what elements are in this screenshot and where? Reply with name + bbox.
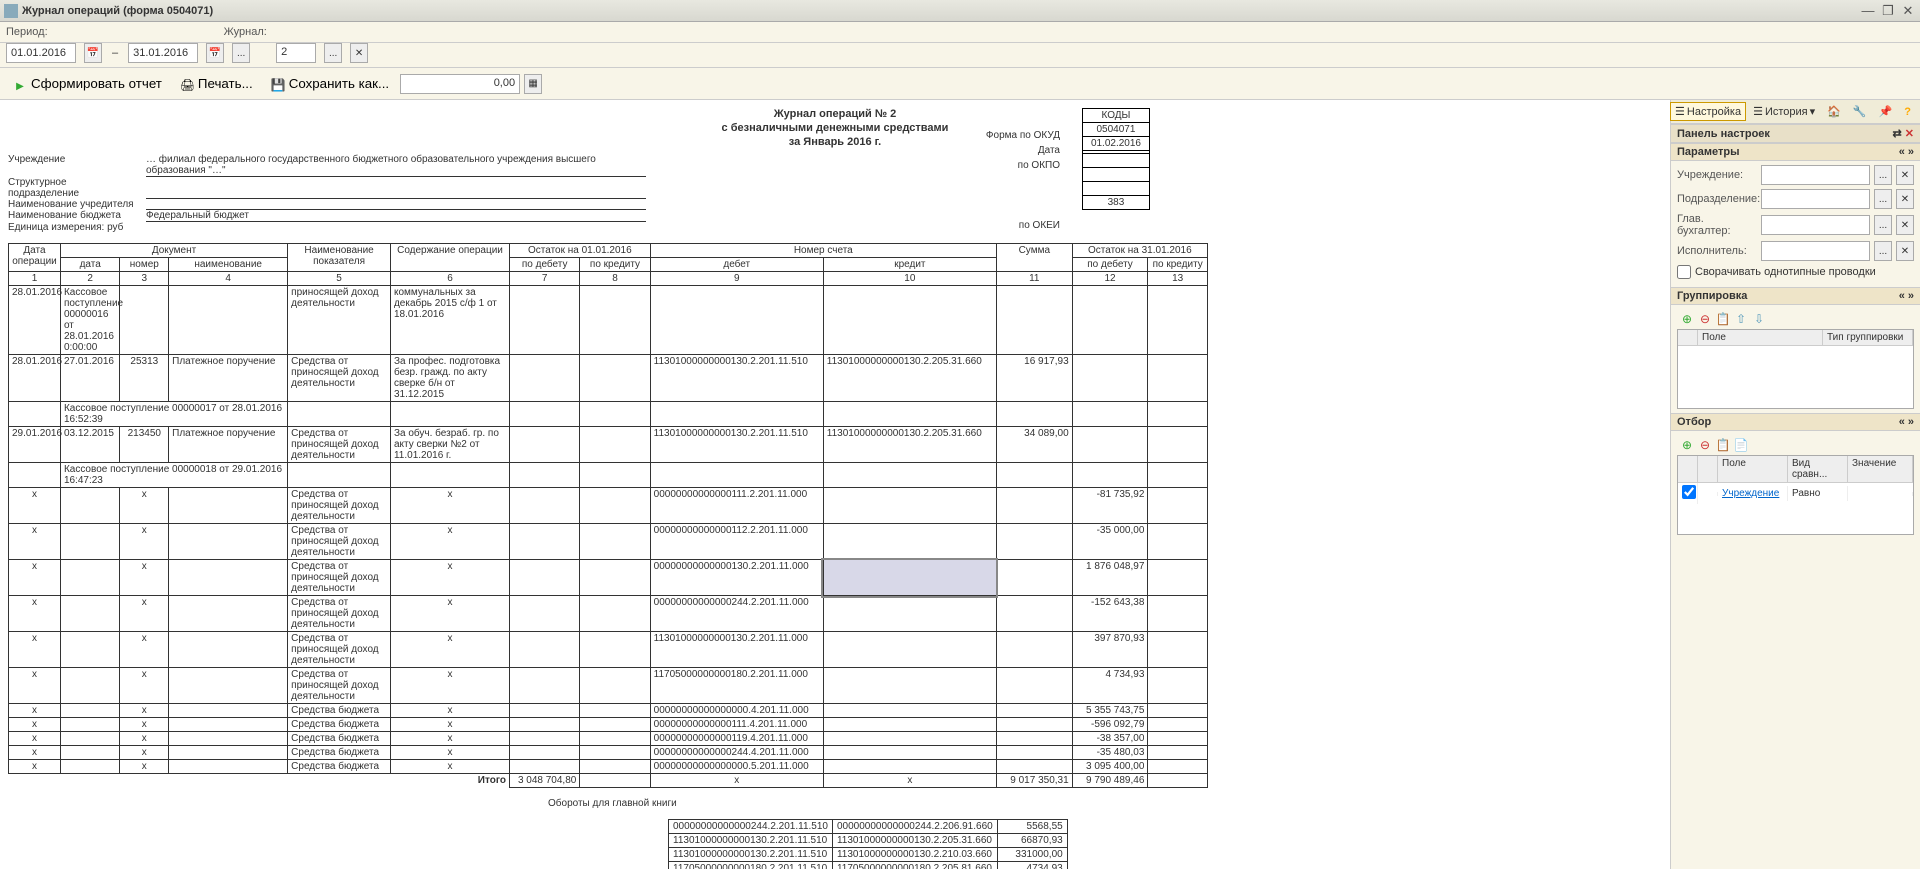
play-icon [13, 77, 27, 91]
group-del-icon[interactable]: ⊖ [1697, 311, 1713, 327]
titlebar: Журнал операций (форма 0504071) — ❐ ✕ [0, 0, 1920, 22]
period-inputs: 01.01.2016 📅 – 31.01.2016 📅 ... 2 ... ✕ [0, 43, 1920, 68]
save-icon [271, 77, 285, 91]
report-title-1: Журнал операций № 2 [8, 108, 1662, 120]
close-button[interactable]: ✕ [1900, 4, 1916, 18]
codes-box: КОДЫ 0504071 01.02.2016 383 [1082, 108, 1150, 210]
param-exec-input[interactable] [1761, 241, 1870, 261]
window-title: Журнал операций (форма 0504071) [22, 5, 1860, 17]
code-labels: Форма по ОКУД Дата по ОКПО по ОКЕИ [986, 128, 1060, 233]
unit-label: Единица измерения: руб [8, 222, 138, 233]
period-toolbar: Период: Журнал: [0, 22, 1920, 43]
report-title-2: с безналичными денежными средствами [8, 122, 1662, 134]
right-toolbar-strip: ☰ Настройка ☰ История ▾ 🏠 🔧 📌 ? Панель н… [1670, 100, 1920, 869]
filter-collapse-icon[interactable]: « » [1899, 416, 1914, 428]
period-select-button[interactable]: ... [232, 43, 250, 63]
report-area[interactable]: Журнал операций № 2 с безналичными денеж… [0, 100, 1670, 869]
journal-label: Журнал: [224, 26, 267, 38]
collapse-checkbox[interactable] [1677, 265, 1691, 279]
form-report-button[interactable]: Сформировать отчет [6, 72, 169, 95]
save-as-button[interactable]: Сохранить как... [264, 72, 396, 95]
group-copy-icon[interactable]: 📋 [1715, 311, 1731, 327]
group-add-icon[interactable]: ⊕ [1679, 311, 1695, 327]
sum-display: 0,00 [400, 74, 520, 94]
org-label: Учреждение [8, 154, 138, 177]
book-table: 00000000000000244.2.201.11.5100000000000… [668, 819, 1068, 869]
panel-close-button[interactable]: ✕ [1905, 128, 1914, 140]
sub-label: Структурное подразделение [8, 177, 138, 199]
filter-field-link[interactable]: Учреждение [1718, 486, 1788, 501]
param-org-input[interactable] [1761, 165, 1870, 185]
journal-select-button[interactable]: ... [324, 43, 342, 63]
settings-panel-title: Панель настроек [1677, 128, 1770, 140]
filter-grid[interactable]: ПолеВид сравн...Значение Учреждение Равн… [1677, 455, 1914, 535]
founder-label: Наименование учредителя [8, 199, 138, 210]
date-from-input[interactable]: 01.01.2016 [6, 43, 76, 63]
date-to-picker[interactable]: 📅 [206, 43, 224, 63]
printer-icon [180, 77, 194, 91]
toolbar-icon-2[interactable]: 🔧 [1848, 102, 1872, 121]
group-down-icon[interactable]: ⇩ [1751, 311, 1767, 327]
date-to-input[interactable]: 31.01.2016 [128, 43, 198, 63]
toolbar-icon-3[interactable]: 📌 [1874, 102, 1898, 121]
filter-tool2-icon[interactable]: 📄 [1733, 437, 1749, 453]
filter-tool-icon[interactable]: 📋 [1715, 437, 1731, 453]
journal-input[interactable]: 2 [276, 43, 316, 63]
maximize-button[interactable]: ❐ [1880, 4, 1896, 18]
date-from-picker[interactable]: 📅 [84, 43, 102, 63]
period-label: Период: [6, 26, 48, 38]
filter-del-icon[interactable]: ⊖ [1697, 437, 1713, 453]
report-title-3: за Январь 2016 г. [8, 136, 1662, 148]
filter-row-checkbox[interactable] [1682, 485, 1696, 499]
group-up-icon[interactable]: ⇧ [1733, 311, 1749, 327]
main-table[interactable]: Дата операции Документ Наименование пока… [8, 243, 1208, 788]
params-section-title: Параметры [1677, 146, 1739, 158]
help-button[interactable]: ? [1899, 103, 1916, 121]
param-acc-input[interactable] [1761, 215, 1870, 235]
filter-add-icon[interactable]: ⊕ [1679, 437, 1695, 453]
minimize-button[interactable]: — [1860, 4, 1876, 18]
param-sub-input[interactable] [1761, 189, 1870, 209]
history-dropdown[interactable]: ☰ История ▾ [1748, 102, 1820, 121]
org-value: … филиал федерального государственного б… [146, 154, 646, 177]
print-button[interactable]: Печать... [173, 72, 260, 95]
sum-expand-button[interactable]: ▦ [524, 74, 542, 94]
toolbar-icon-1[interactable]: 🏠 [1822, 102, 1846, 121]
param-org-select[interactable]: ... [1874, 165, 1892, 185]
param-org-clear[interactable]: ✕ [1896, 165, 1914, 185]
journal-clear-button[interactable]: ✕ [350, 43, 368, 63]
budget-label: Наименование бюджета [8, 210, 138, 222]
panel-collapse-icon[interactable]: ⇄ [1893, 128, 1902, 140]
group-grid[interactable]: ПолеТип группировки [1677, 329, 1914, 409]
filter-section-title: Отбор [1677, 416, 1711, 428]
group-section-title: Группировка [1677, 290, 1747, 302]
group-collapse-icon[interactable]: « » [1899, 290, 1914, 302]
params-collapse-icon[interactable]: « » [1899, 146, 1914, 158]
app-icon [4, 4, 18, 18]
book-title: Обороты для главной книги [548, 798, 1662, 809]
action-toolbar: Сформировать отчет Печать... Сохранить к… [0, 68, 1920, 100]
settings-toggle[interactable]: ☰ Настройка [1670, 102, 1746, 121]
